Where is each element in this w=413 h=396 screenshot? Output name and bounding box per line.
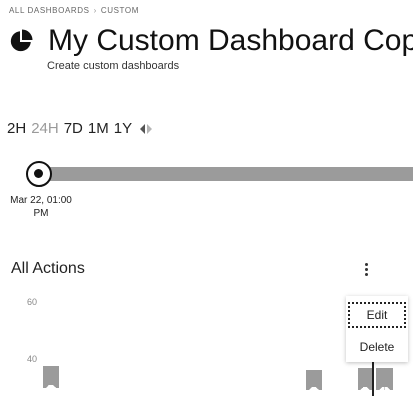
page-title: My Custom Dashboard Copy [48, 24, 413, 57]
breadcrumb-all-dashboards[interactable]: ALL DASHBOARDS [9, 6, 90, 15]
range-2h-button[interactable]: 2H [7, 120, 26, 138]
timeline-handle[interactable] [26, 161, 52, 187]
timeline-track[interactable] [40, 167, 413, 181]
chart-bar [306, 370, 322, 391]
time-range-selector: 2H 24H 7D 1M 1Y [7, 120, 153, 138]
dashboard-page: ALL DASHBOARDS › CUSTOM My Custom Dashboar… [0, 0, 413, 396]
breadcrumb: ALL DASHBOARDS › CUSTOM [9, 6, 139, 15]
range-1m-button[interactable]: 1M [88, 120, 109, 138]
page-subtitle: Create custom dashboards [47, 60, 180, 72]
chart-cursor-line [372, 362, 374, 396]
breadcrumb-separator: › [93, 6, 97, 15]
breadcrumb-custom[interactable]: CUSTOM [101, 6, 139, 15]
timeline-date-line1: Mar 22, 01:00 [10, 195, 72, 206]
timeline-date-label: Mar 22, 01:00 PM [6, 194, 76, 220]
menu-item-delete[interactable]: Delete [346, 340, 408, 354]
widget-title: All Actions [11, 260, 85, 277]
chart-bar [358, 368, 372, 391]
left-right-arrows-icon[interactable] [139, 123, 153, 135]
range-24h-button[interactable]: 24H [31, 120, 59, 138]
y-tick-60: 60 [27, 297, 38, 307]
widget-context-menu: Edit Delete [346, 296, 408, 362]
chart-bar [376, 368, 393, 391]
y-tick-40: 40 [27, 354, 38, 364]
pie-chart-icon [10, 29, 33, 52]
kebab-menu-icon[interactable] [360, 262, 372, 278]
chart-bar [43, 366, 59, 389]
range-7d-button[interactable]: 7D [64, 120, 83, 138]
timeline-date-line2: PM [33, 208, 49, 219]
range-1y-button[interactable]: 1Y [114, 120, 132, 138]
menu-item-edit[interactable]: Edit [348, 302, 406, 328]
